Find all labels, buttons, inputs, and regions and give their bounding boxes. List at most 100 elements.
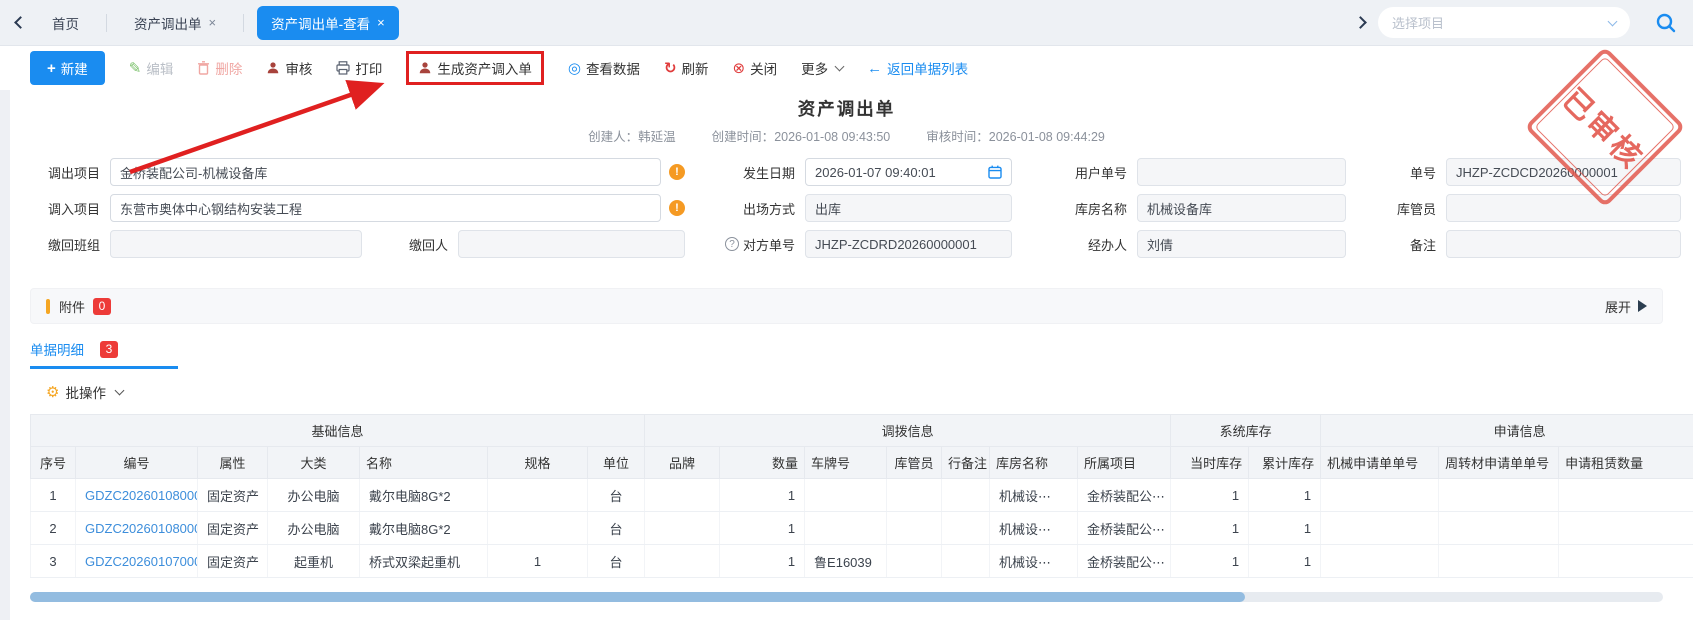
question-icon: ? (725, 237, 739, 251)
back-to-list-label: 返回单据列表 (887, 58, 968, 78)
table-column-header: 行备注 (942, 447, 990, 479)
return-person-field[interactable] (458, 230, 685, 258)
in-project-field[interactable]: 东营市奥体中心钢结构安装工程 (110, 194, 661, 222)
forward-chevron-icon[interactable] (1354, 16, 1367, 29)
field-label: 缴回班组 (30, 235, 100, 254)
table-column-header: 数量 (720, 447, 805, 479)
view-data-button[interactable]: ◎ 查看数据 (568, 58, 640, 78)
table-cell: 1 (720, 512, 805, 545)
table-cell: 1 (720, 479, 805, 512)
warehouse-keeper-field[interactable] (1446, 194, 1681, 222)
calendar-icon[interactable] (988, 165, 1002, 179)
chevron-down-icon (115, 386, 125, 396)
return-team-field[interactable] (110, 230, 362, 258)
detail-count-badge: 3 (100, 341, 118, 358)
expand-button[interactable]: 展开 (1605, 297, 1647, 316)
table-column-header: 库管员 (887, 447, 942, 479)
user-no-field[interactable] (1137, 158, 1346, 186)
table-cell: 固定资产 (198, 545, 268, 578)
table-cell: 机械设⋯ (990, 512, 1078, 545)
table-cell: 机械设⋯ (990, 545, 1078, 578)
more-button[interactable]: 更多 (801, 58, 843, 78)
generate-asset-in-button[interactable]: 生成资产调入单 (406, 51, 544, 85)
attachments-label: 附件 (59, 297, 85, 316)
expand-label: 展开 (1605, 297, 1631, 316)
tab-asset-out-list[interactable]: 资产调出单 × (120, 6, 230, 40)
refresh-icon: ↻ (664, 61, 677, 76)
new-button[interactable]: + 新建 (30, 51, 105, 85)
out-mode-field[interactable]: 出库 (805, 194, 1012, 222)
table-cell (488, 512, 588, 545)
table-cell (645, 479, 720, 512)
asset-code-link[interactable]: GDZC202601080001 (76, 479, 198, 512)
batch-ops-button[interactable]: ⚙ 批操作 (46, 382, 1693, 402)
tabbar: 首页 资产调出单 × 资产调出单-查看 × 选择项目 (0, 0, 1693, 46)
table-cell: 办公电脑 (268, 512, 360, 545)
asset-code-link[interactable]: GDZC202601070002 (76, 545, 198, 578)
table-cell (942, 479, 990, 512)
close-icon[interactable]: × (209, 16, 217, 29)
table-column-header: 车牌号 (805, 447, 887, 479)
plus-icon: + (47, 61, 56, 76)
table-cell (942, 545, 990, 578)
delete-button[interactable]: 删除 (197, 58, 242, 78)
print-button[interactable]: 打印 (336, 58, 382, 78)
remark-field[interactable] (1446, 230, 1681, 258)
scrollbar-thumb[interactable] (30, 592, 1245, 602)
warehouse-name-field[interactable]: 机械设备库 (1137, 194, 1346, 222)
asset-code-link[interactable]: GDZC202601080002 (76, 512, 198, 545)
table-group-header: 系统库存 (1171, 415, 1321, 447)
close-button[interactable]: ⊗ 关闭 (733, 58, 778, 78)
table-cell: 1 (1249, 479, 1321, 512)
table-cell: 鲁E16039 (805, 545, 887, 578)
counter-no-field[interactable]: JHZP-ZCDRD20260000001 (805, 230, 1012, 258)
table-cell (1321, 479, 1439, 512)
table-cell: 1 (488, 545, 588, 578)
horizontal-scrollbar[interactable] (30, 592, 1663, 602)
occur-date-field[interactable]: 2026-01-07 09:40:01 (805, 158, 1012, 186)
toolbar: + 新建 ✎ 编辑 删除 审核 打印 生成资产调入单 ◎ 查看数据 ↻ 刷新 (0, 46, 1693, 90)
page-title: 资产调出单 (0, 96, 1693, 121)
generate-label: 生成资产调入单 (437, 58, 532, 78)
table-cell: 1 (31, 479, 76, 512)
table-cell: 1 (720, 545, 805, 578)
expand-triangle-icon (1638, 300, 1647, 312)
field-label: 用户单号 (1022, 163, 1127, 182)
tab-detail[interactable]: 单据明细 3 (30, 339, 178, 369)
edit-button[interactable]: ✎ 编辑 (129, 58, 174, 78)
table-column-header: 品牌 (645, 447, 720, 479)
left-edge-strip (0, 46, 10, 620)
attachments-count-badge: 0 (93, 298, 111, 315)
close-icon[interactable]: × (377, 16, 385, 29)
tab-asset-out-view[interactable]: 资产调出单-查看 × (257, 6, 399, 40)
project-select-placeholder: 选择项目 (1392, 13, 1609, 32)
table-column-header: 名称 (360, 447, 488, 479)
detail-tab-label: 单据明细 (30, 339, 84, 359)
doc-no-field[interactable]: JHZP-ZCDCD20260000001 (1446, 158, 1681, 186)
table-column-header: 累计库存 (1249, 447, 1321, 479)
out-project-field[interactable]: 金桥装配公司-机械设备库 (110, 158, 661, 186)
table-cell: 台 (588, 512, 645, 545)
table-cell (805, 479, 887, 512)
field-label: 发生日期 (695, 163, 795, 182)
document-header: 资产调出单 创建人：韩延温 创建时间：2026-01-08 09:43:50 审… (0, 96, 1693, 145)
handler-field[interactable]: 刘倩 (1137, 230, 1346, 258)
table-cell: 起重机 (268, 545, 360, 578)
table-cell (887, 512, 942, 545)
tab-home[interactable]: 首页 (38, 6, 93, 40)
refresh-button[interactable]: ↻ 刷新 (664, 58, 709, 78)
project-select[interactable]: 选择项目 (1378, 7, 1630, 38)
table-cell: 1 (1171, 479, 1249, 512)
table-cell: 1 (1171, 545, 1249, 578)
field-label: 库管员 (1356, 199, 1436, 218)
field-label: 备注 (1356, 235, 1436, 254)
accent-bar (46, 299, 50, 314)
more-label: 更多 (801, 58, 828, 78)
back-to-list-button[interactable]: ← 返回单据列表 (867, 58, 968, 78)
table-cell: 金桥装配公⋯ (1078, 479, 1171, 512)
search-icon[interactable] (1655, 12, 1677, 34)
back-chevron-icon[interactable] (14, 16, 27, 29)
tab-label: 资产调出单 (134, 13, 202, 33)
table-cell (488, 479, 588, 512)
audit-button[interactable]: 审核 (266, 58, 312, 78)
